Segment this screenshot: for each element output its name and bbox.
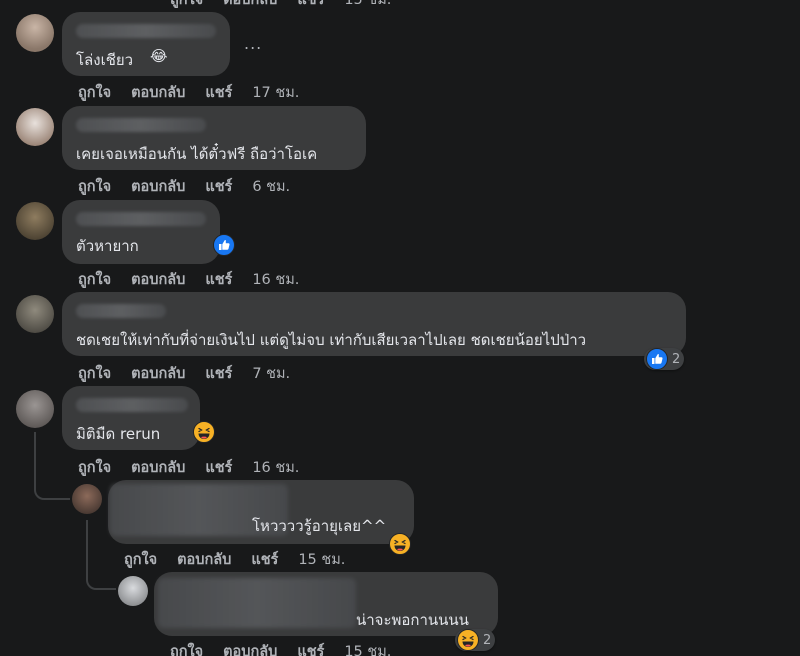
share-link[interactable]: แชร์ <box>205 268 232 291</box>
comment-bubble: โล่งเชียว 😂 <box>62 12 230 76</box>
share-link[interactable]: แชร์ <box>205 362 232 385</box>
comment-text: เคยเจอเหมือนกัน ได้ตั๋วฟรี ถือว่าโอเค <box>76 145 318 163</box>
timestamp[interactable]: 17 ชม. <box>252 81 299 104</box>
comment-actions: ถูกใจ ตอบกลับ แชร์ 16 ชม. <box>78 456 299 479</box>
reply-link[interactable]: ตอบกลับ <box>131 362 185 385</box>
avatar[interactable] <box>16 202 54 240</box>
timestamp[interactable]: 6 ชม. <box>252 175 290 198</box>
comment-text: น่าจะพอกานนนน <box>356 611 469 629</box>
comment-actions: ถูกใจ ตอบกลับ แชร์ 15 ชม. <box>170 640 391 656</box>
comment-bubble: เคยเจอเหมือนกัน ได้ตั๋วฟรี ถือว่าโอเค <box>62 106 366 170</box>
reaction-count: 2 <box>672 351 681 367</box>
comment-actions: ถูกใจ ตอบกลับ แชร์ 15 ชม. <box>124 548 345 571</box>
like-link[interactable]: ถูกใจ <box>78 268 111 291</box>
reply-link[interactable]: ตอบกลับ <box>131 268 185 291</box>
comment-actions: ถูกใจ ตอบกลับ แชร์ 16 ชม. <box>78 268 299 291</box>
author-name-blurred[interactable] <box>76 24 216 38</box>
reply-link[interactable]: ตอบกลับ <box>223 0 277 11</box>
comment-actions: ถูกใจ ตอบกลับ แชร์ 7 ชม. <box>78 362 290 385</box>
like-link[interactable]: ถูกใจ <box>78 362 111 385</box>
timestamp[interactable]: 15 ชม. <box>298 548 345 571</box>
comment-bubble: มิติมืด rerun <box>62 386 200 450</box>
comment-bubble: น่าจะพอกานนนน <box>154 572 498 636</box>
like-reaction-icon <box>213 234 235 256</box>
like-link[interactable]: ถูกใจ <box>78 81 111 104</box>
comment-bubble: ตัวหายาก <box>62 200 220 264</box>
avatar[interactable] <box>16 295 54 333</box>
timestamp[interactable]: 15 ชม. <box>344 0 391 11</box>
reaction-badge[interactable]: 2 <box>644 348 685 370</box>
avatar[interactable] <box>16 108 54 146</box>
reply-link[interactable]: ตอบกลับ <box>223 640 277 656</box>
timestamp[interactable]: 7 ชม. <box>252 362 290 385</box>
more-options-button[interactable]: ... <box>244 34 262 53</box>
author-name-blurred[interactable] <box>76 398 188 412</box>
comment-actions: ถูกใจ ตอบกลับ แชร์ 17 ชม. <box>78 81 299 104</box>
reaction-badge[interactable] <box>213 234 235 256</box>
author-name-blurred[interactable] <box>76 212 206 226</box>
comment-text: โล่งเชียว <box>76 51 134 69</box>
author-name-blurred[interactable] <box>76 304 166 318</box>
haha-reaction-icon <box>193 421 215 443</box>
avatar[interactable] <box>16 14 54 52</box>
share-link[interactable]: แชร์ <box>205 81 232 104</box>
author-name-blurred[interactable] <box>76 118 206 132</box>
haha-emoji: 😂 <box>150 47 168 65</box>
avatar[interactable] <box>72 484 102 514</box>
reply-thread-line <box>34 432 70 500</box>
like-link[interactable]: ถูกใจ <box>170 640 203 656</box>
share-link[interactable]: แชร์ <box>297 640 324 656</box>
reaction-badge[interactable] <box>389 533 411 555</box>
reply-link[interactable]: ตอบกลับ <box>131 81 185 104</box>
reply-link[interactable]: ตอบกลับ <box>177 548 231 571</box>
avatar[interactable] <box>118 576 148 606</box>
reply-link[interactable]: ตอบกลับ <box>131 175 185 198</box>
author-name-blurred[interactable] <box>158 578 356 628</box>
timestamp[interactable]: 16 ชม. <box>252 456 299 479</box>
comment-bubble: ชดเชยให้เท่ากับที่จ่ายเงินไป แต่ดูไม่จบ … <box>62 292 686 356</box>
like-reaction-icon <box>646 348 668 370</box>
like-link[interactable]: ถูกใจ <box>124 548 157 571</box>
like-link[interactable]: ถูกใจ <box>78 175 111 198</box>
timestamp[interactable]: 15 ชม. <box>344 640 391 656</box>
haha-reaction-icon <box>457 629 479 651</box>
comment-bubble: โหววววรู้อายุเลย^^ <box>108 480 414 544</box>
share-link[interactable]: แชร์ <box>205 175 232 198</box>
comment-text: ตัวหายาก <box>76 237 139 255</box>
share-link[interactable]: แชร์ <box>251 548 278 571</box>
comment-text: ชดเชยให้เท่ากับที่จ่ายเงินไป แต่ดูไม่จบ … <box>76 331 587 349</box>
like-link[interactable]: ถูกใจ <box>170 0 203 11</box>
reaction-badge[interactable] <box>193 421 215 443</box>
reaction-badge[interactable]: 2 <box>455 629 496 651</box>
haha-reaction-icon <box>389 533 411 555</box>
timestamp[interactable]: 16 ชม. <box>252 268 299 291</box>
comment-text: มิติมืด rerun <box>76 425 161 443</box>
comment-actions-top: ถูกใจ ตอบกลับ แชร์ 15 ชม. <box>170 0 391 11</box>
share-link[interactable]: แชร์ <box>297 0 324 11</box>
like-link[interactable]: ถูกใจ <box>78 456 111 479</box>
reaction-count: 2 <box>483 632 492 648</box>
comment-text: โหววววรู้อายุเลย^^ <box>252 517 387 535</box>
comment-actions: ถูกใจ ตอบกลับ แชร์ 6 ชม. <box>78 175 290 198</box>
reply-link[interactable]: ตอบกลับ <box>131 456 185 479</box>
share-link[interactable]: แชร์ <box>205 456 232 479</box>
avatar[interactable] <box>16 390 54 428</box>
